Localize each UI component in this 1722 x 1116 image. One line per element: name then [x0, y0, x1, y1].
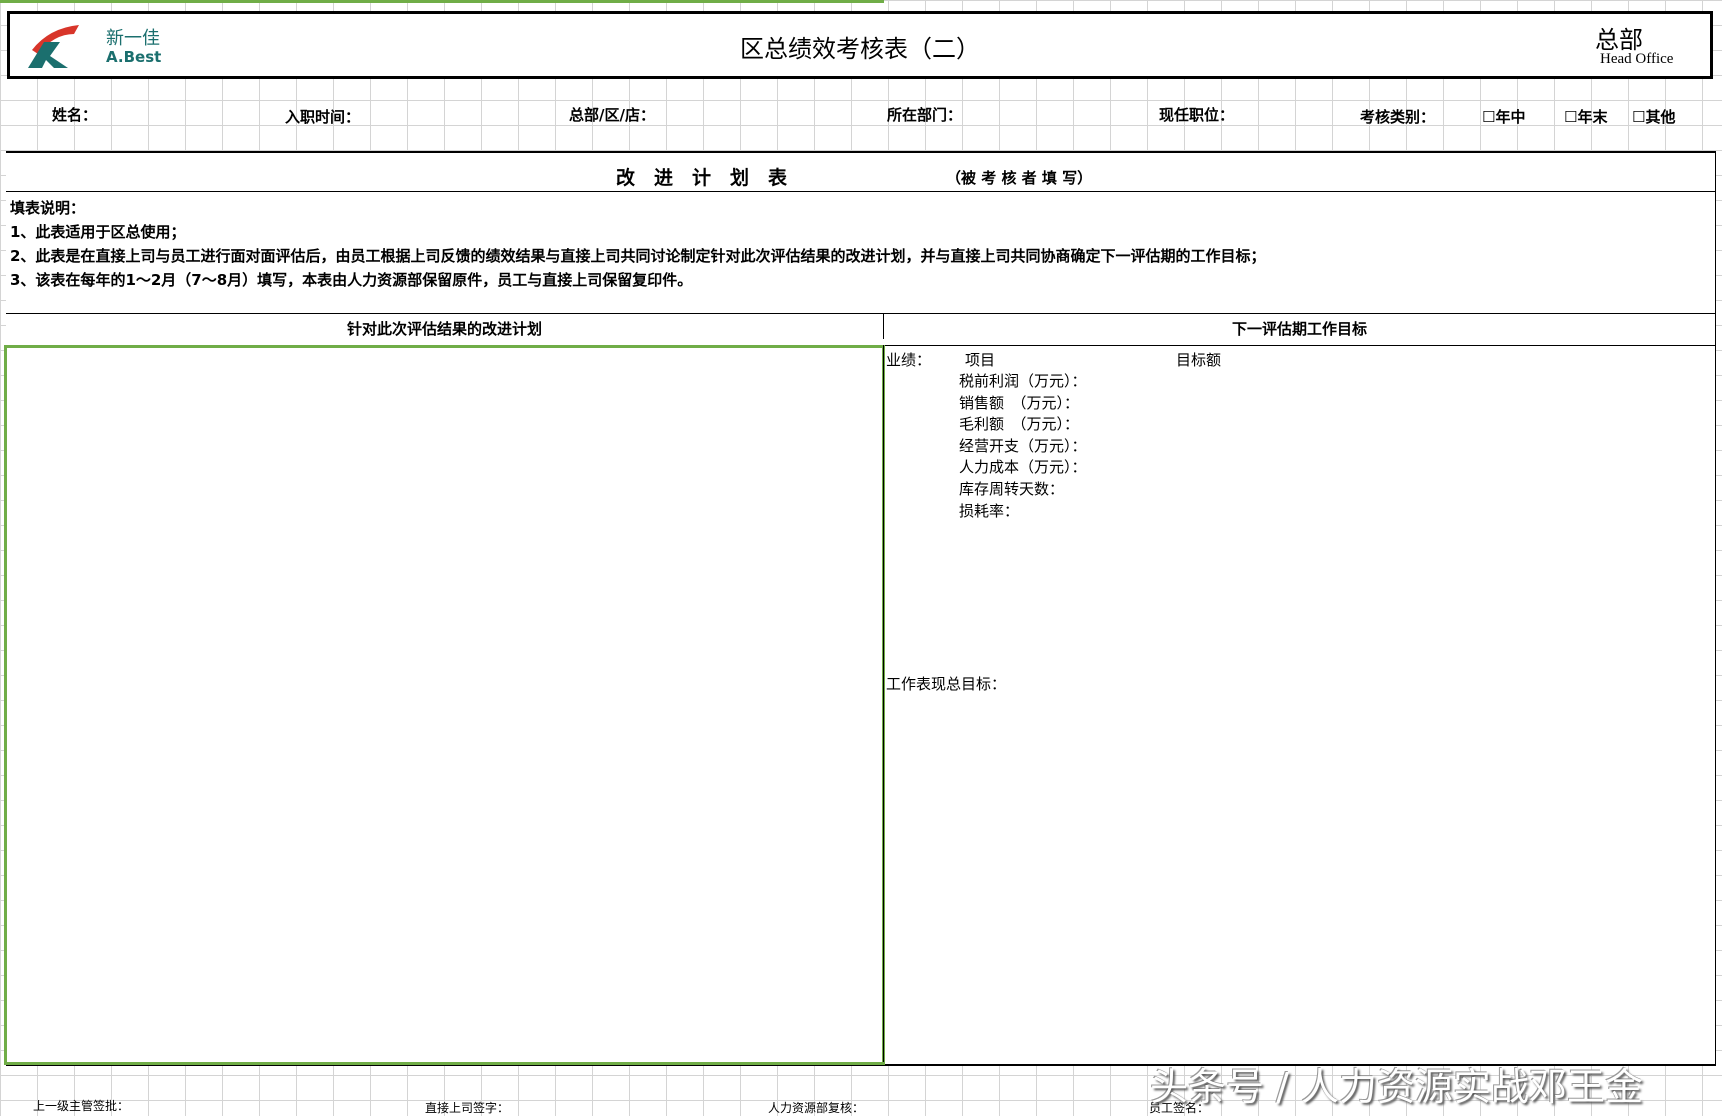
target-item: 库存周转天数： — [959, 480, 1065, 498]
instruction-line: 3、该表在每年的1～2月（7～8月）填写，本表由人力资源部保留原件，员工与直接上… — [10, 271, 693, 289]
section-subtitle: （被 考 核 者 填 写） — [946, 169, 1093, 187]
right-column-header: 下一评估期工作目标 — [1231, 320, 1367, 338]
option-label: 年末 — [1577, 108, 1608, 126]
plan-section: 改 进 计 划 表 （被 考 核 者 填 写） 填表说明： 1、此表适用于区总使… — [4, 151, 1716, 1066]
target-item: 销售额 （万元）： — [959, 394, 1080, 412]
target-item: 损耗率： — [959, 502, 1020, 520]
office-en: Head Office — [1600, 51, 1674, 67]
watermark: 头条号 / 人力资源实战邓王金 — [1150, 1065, 1643, 1109]
page-title: 区总绩效考核表（二） — [740, 35, 980, 63]
option-midyear[interactable]: ☐年中 — [1482, 106, 1525, 127]
improvement-plan-input[interactable] — [4, 345, 885, 1065]
position-label: 现任职位： — [1159, 106, 1235, 124]
performance-label: 业绩： — [886, 351, 932, 369]
work-goal-label: 工作表现总目标： — [886, 675, 1007, 693]
review-type-label: 考核类别： — [1360, 108, 1436, 126]
header-box: 新一佳 A.Best 区总绩效考核表（二） 总部 Head Office — [7, 11, 1713, 79]
department-label: 所在部门： — [887, 106, 963, 124]
section-title: 改 进 计 划 表 — [616, 167, 788, 189]
instructions-title: 填表说明： — [10, 199, 86, 217]
option-label: 年中 — [1495, 108, 1526, 126]
supervisor-approval-label: 上一级主管签批： — [33, 1099, 130, 1113]
location-label: 总部/区/店： — [569, 106, 655, 124]
left-column-header: 针对此次评估结果的改进计划 — [6, 314, 884, 339]
office-cn: 总部 — [1595, 26, 1643, 54]
item-column: 项目 — [965, 351, 996, 369]
name-label: 姓名： — [52, 106, 98, 124]
option-other[interactable]: ☐其他 — [1632, 106, 1675, 127]
target-item: 税前利润（万元）： — [959, 372, 1087, 390]
target-column: 目标额 — [1176, 351, 1222, 369]
instruction-line: 2、此表是在直接上司与员工进行面对面评估后，由员工根据上司反馈的绩效结果与直接上… — [10, 247, 1266, 265]
cell-selection-top — [0, 0, 884, 3]
target-item: 人力成本（万元）： — [959, 458, 1087, 476]
option-label: 其他 — [1645, 108, 1676, 126]
instruction-line: 1、此表适用于区总使用； — [10, 223, 186, 241]
manager-signature-label: 直接上司签字： — [425, 1101, 510, 1115]
target-item: 毛利额 （万元）： — [959, 415, 1080, 433]
hr-review-label: 人力资源部复核： — [768, 1101, 865, 1115]
option-yearend[interactable]: ☐年末 — [1564, 106, 1607, 127]
target-item: 经营开支（万元）： — [959, 437, 1087, 455]
join-date-label: 入职时间： — [285, 108, 361, 126]
